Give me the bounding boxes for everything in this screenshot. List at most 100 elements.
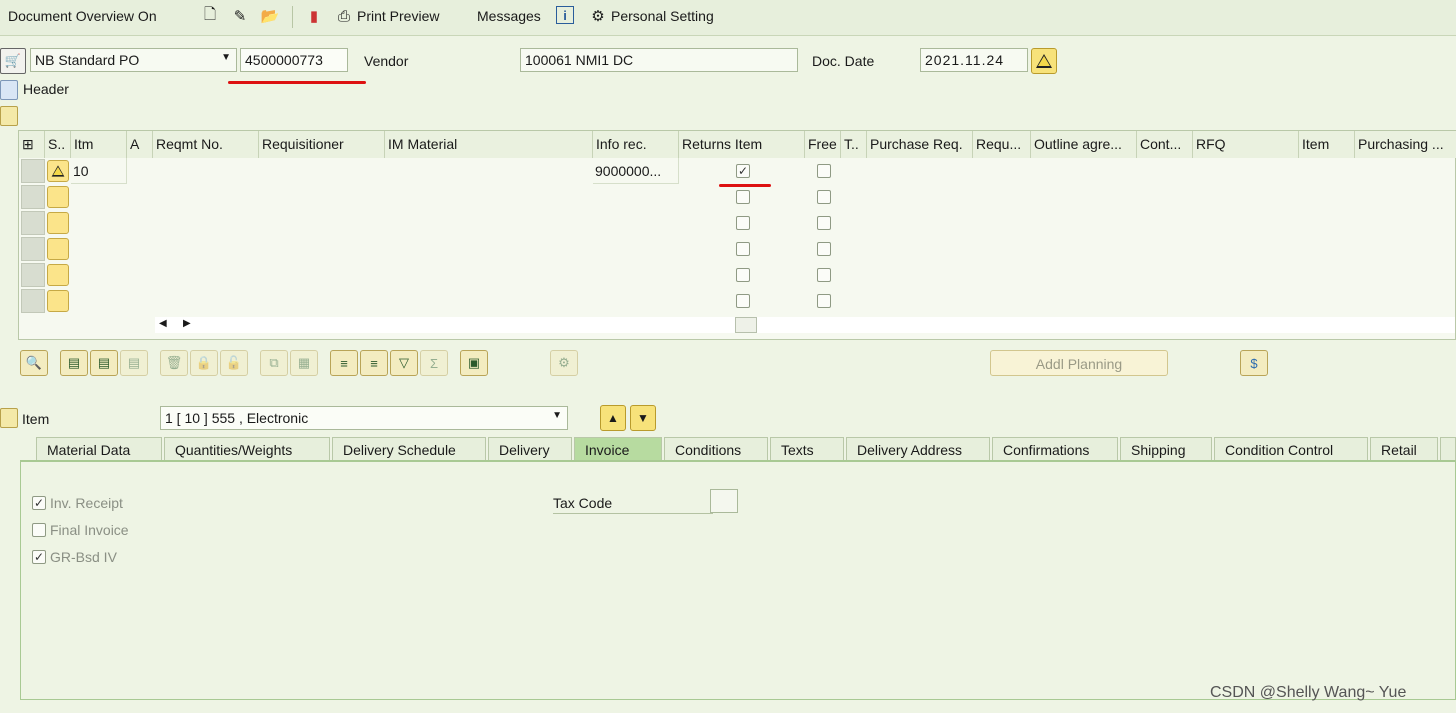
tab-confirmations[interactable]: Confirmations: [992, 437, 1118, 461]
tax-code-field[interactable]: [710, 489, 738, 513]
free-item-checkbox[interactable]: [817, 242, 831, 256]
delete-icon[interactable]: 🗑: [160, 350, 188, 376]
returns-item-checkbox[interactable]: ✓: [736, 164, 750, 178]
print-preview-button[interactable]: Print Preview: [357, 8, 439, 24]
column-header[interactable]: Requ...: [973, 131, 1031, 158]
folder-icon[interactable]: [0, 80, 18, 100]
column-header[interactable]: IM Material: [385, 131, 593, 158]
addl-planning-button[interactable]: Addl Planning: [990, 350, 1168, 376]
paste-icon[interactable]: ▦: [290, 350, 318, 376]
personal-setting-icon[interactable]: ⚙: [588, 6, 608, 26]
final-invoice-checkbox[interactable]: [32, 523, 46, 537]
returns-item-checkbox[interactable]: [736, 216, 750, 230]
copy-icon[interactable]: ⧉: [260, 350, 288, 376]
column-header[interactable]: Free: [805, 131, 841, 158]
tab-retail[interactable]: Retail: [1370, 437, 1438, 461]
row-selector[interactable]: [21, 289, 45, 313]
column-header[interactable]: Outline agre...: [1031, 131, 1137, 158]
column-header[interactable]: Requisitioner: [259, 131, 385, 158]
column-header[interactable]: Cont...: [1137, 131, 1193, 158]
collapse-button[interactable]: ▤: [90, 350, 118, 376]
warning-icon[interactable]: [1031, 48, 1057, 74]
column-header[interactable]: Purchasing ...: [1355, 131, 1456, 158]
doc-date-field[interactable]: 2021.11.24: [920, 48, 1028, 72]
tab-delivery-schedule[interactable]: Delivery Schedule: [332, 437, 486, 461]
doc-type-select[interactable]: NB Standard PO ▼: [30, 48, 237, 72]
sort-descending-icon[interactable]: ≡: [360, 350, 388, 376]
free-item-checkbox[interactable]: [817, 268, 831, 282]
vendor-field[interactable]: 100061 NMI1 DC: [520, 48, 798, 72]
item-select[interactable]: 1 [ 10 ] 555 , Electronic ▼: [160, 406, 568, 430]
table-cell-itm[interactable]: 10: [71, 158, 127, 184]
free-item-checkbox[interactable]: [817, 190, 831, 204]
messages-button[interactable]: Messages: [477, 8, 541, 24]
tab-invoice[interactable]: Invoice: [574, 437, 662, 461]
row-selector[interactable]: [21, 263, 45, 287]
filter-icon[interactable]: ▽: [390, 350, 418, 376]
horizontal-scrollbar[interactable]: ◀ ▶: [155, 317, 1455, 333]
tab-material-data[interactable]: Material Data: [36, 437, 162, 461]
po-number-field[interactable]: 4500000773: [240, 48, 348, 72]
previous-item-button[interactable]: ▲: [600, 405, 626, 431]
print-preview-icon[interactable]: ⎙: [334, 6, 354, 26]
free-item-checkbox[interactable]: [817, 216, 831, 230]
returns-item-checkbox[interactable]: [736, 242, 750, 256]
returns-item-checkbox[interactable]: [736, 268, 750, 282]
status-cell[interactable]: [47, 238, 69, 260]
column-header[interactable]: Purchase Req.: [867, 131, 973, 158]
table-cell-info-rec[interactable]: 9000000...: [593, 158, 679, 184]
tab-delivery[interactable]: Delivery: [488, 437, 572, 461]
details-button[interactable]: 🔍: [20, 350, 48, 376]
row-selector[interactable]: [21, 185, 45, 209]
status-cell[interactable]: [47, 264, 69, 286]
status-cell[interactable]: [47, 290, 69, 312]
layout-icon[interactable]: ▣: [460, 350, 488, 376]
document-overview-button[interactable]: Document Overview On: [8, 8, 157, 24]
lock-icon[interactable]: 🔒: [190, 350, 218, 376]
tab-shipping[interactable]: Shipping: [1120, 437, 1212, 461]
status-cell[interactable]: [47, 186, 69, 208]
column-header[interactable]: S..: [45, 131, 71, 158]
tab-quantities-weights[interactable]: Quantities/Weights: [164, 437, 330, 461]
price-simulation-icon[interactable]: $: [1240, 350, 1268, 376]
scroll-right-icon[interactable]: ▶: [183, 318, 191, 329]
returns-item-checkbox[interactable]: [736, 294, 750, 308]
display-change-icon[interactable]: ✎: [230, 6, 250, 26]
tab-delivery-address[interactable]: Delivery Address: [846, 437, 990, 461]
expand-header-icon[interactable]: [0, 106, 18, 126]
inv-receipt-checkbox[interactable]: ✓: [32, 496, 46, 510]
unlock-icon[interactable]: 🔓: [220, 350, 248, 376]
scroll-thumb[interactable]: [735, 317, 757, 333]
grid-settings-icon[interactable]: ⊞: [19, 131, 45, 158]
sort-ascending-icon[interactable]: ≡: [330, 350, 358, 376]
row-selector[interactable]: [21, 159, 45, 183]
tab-conditions[interactable]: Conditions: [664, 437, 768, 461]
scroll-left-icon[interactable]: ◀: [159, 318, 167, 329]
row-selector[interactable]: [21, 237, 45, 261]
column-header[interactable]: Info rec.: [593, 131, 679, 158]
configure-icon[interactable]: ⚙: [550, 350, 578, 376]
warning-icon[interactable]: [47, 160, 69, 182]
new-document-icon[interactable]: 🗋: [200, 6, 220, 26]
column-header[interactable]: Itm: [71, 131, 127, 158]
personal-setting-button[interactable]: Personal Setting: [611, 8, 714, 24]
tab-overflow[interactable]: [1440, 437, 1456, 461]
tab-texts[interactable]: Texts: [770, 437, 844, 461]
free-item-checkbox[interactable]: [817, 294, 831, 308]
cart-icon[interactable]: 🛒: [0, 48, 26, 74]
subtotal-icon[interactable]: Σ: [420, 350, 448, 376]
column-header[interactable]: A: [127, 131, 153, 158]
status-cell[interactable]: [47, 212, 69, 234]
expand-all-button[interactable]: ▤: [60, 350, 88, 376]
free-item-checkbox[interactable]: [817, 164, 831, 178]
column-header[interactable]: RFQ: [1193, 131, 1299, 158]
next-item-button[interactable]: ▼: [630, 405, 656, 431]
hold-icon[interactable]: ▮: [304, 6, 324, 26]
info-icon[interactable]: i: [556, 6, 574, 24]
column-header[interactable]: T..: [841, 131, 867, 158]
column-header[interactable]: Returns Item: [679, 131, 805, 158]
other-document-icon[interactable]: 📂: [260, 6, 280, 26]
tab-condition-control[interactable]: Condition Control: [1214, 437, 1368, 461]
column-header[interactable]: Item: [1299, 131, 1355, 158]
gr-bsd-iv-checkbox[interactable]: ✓: [32, 550, 46, 564]
